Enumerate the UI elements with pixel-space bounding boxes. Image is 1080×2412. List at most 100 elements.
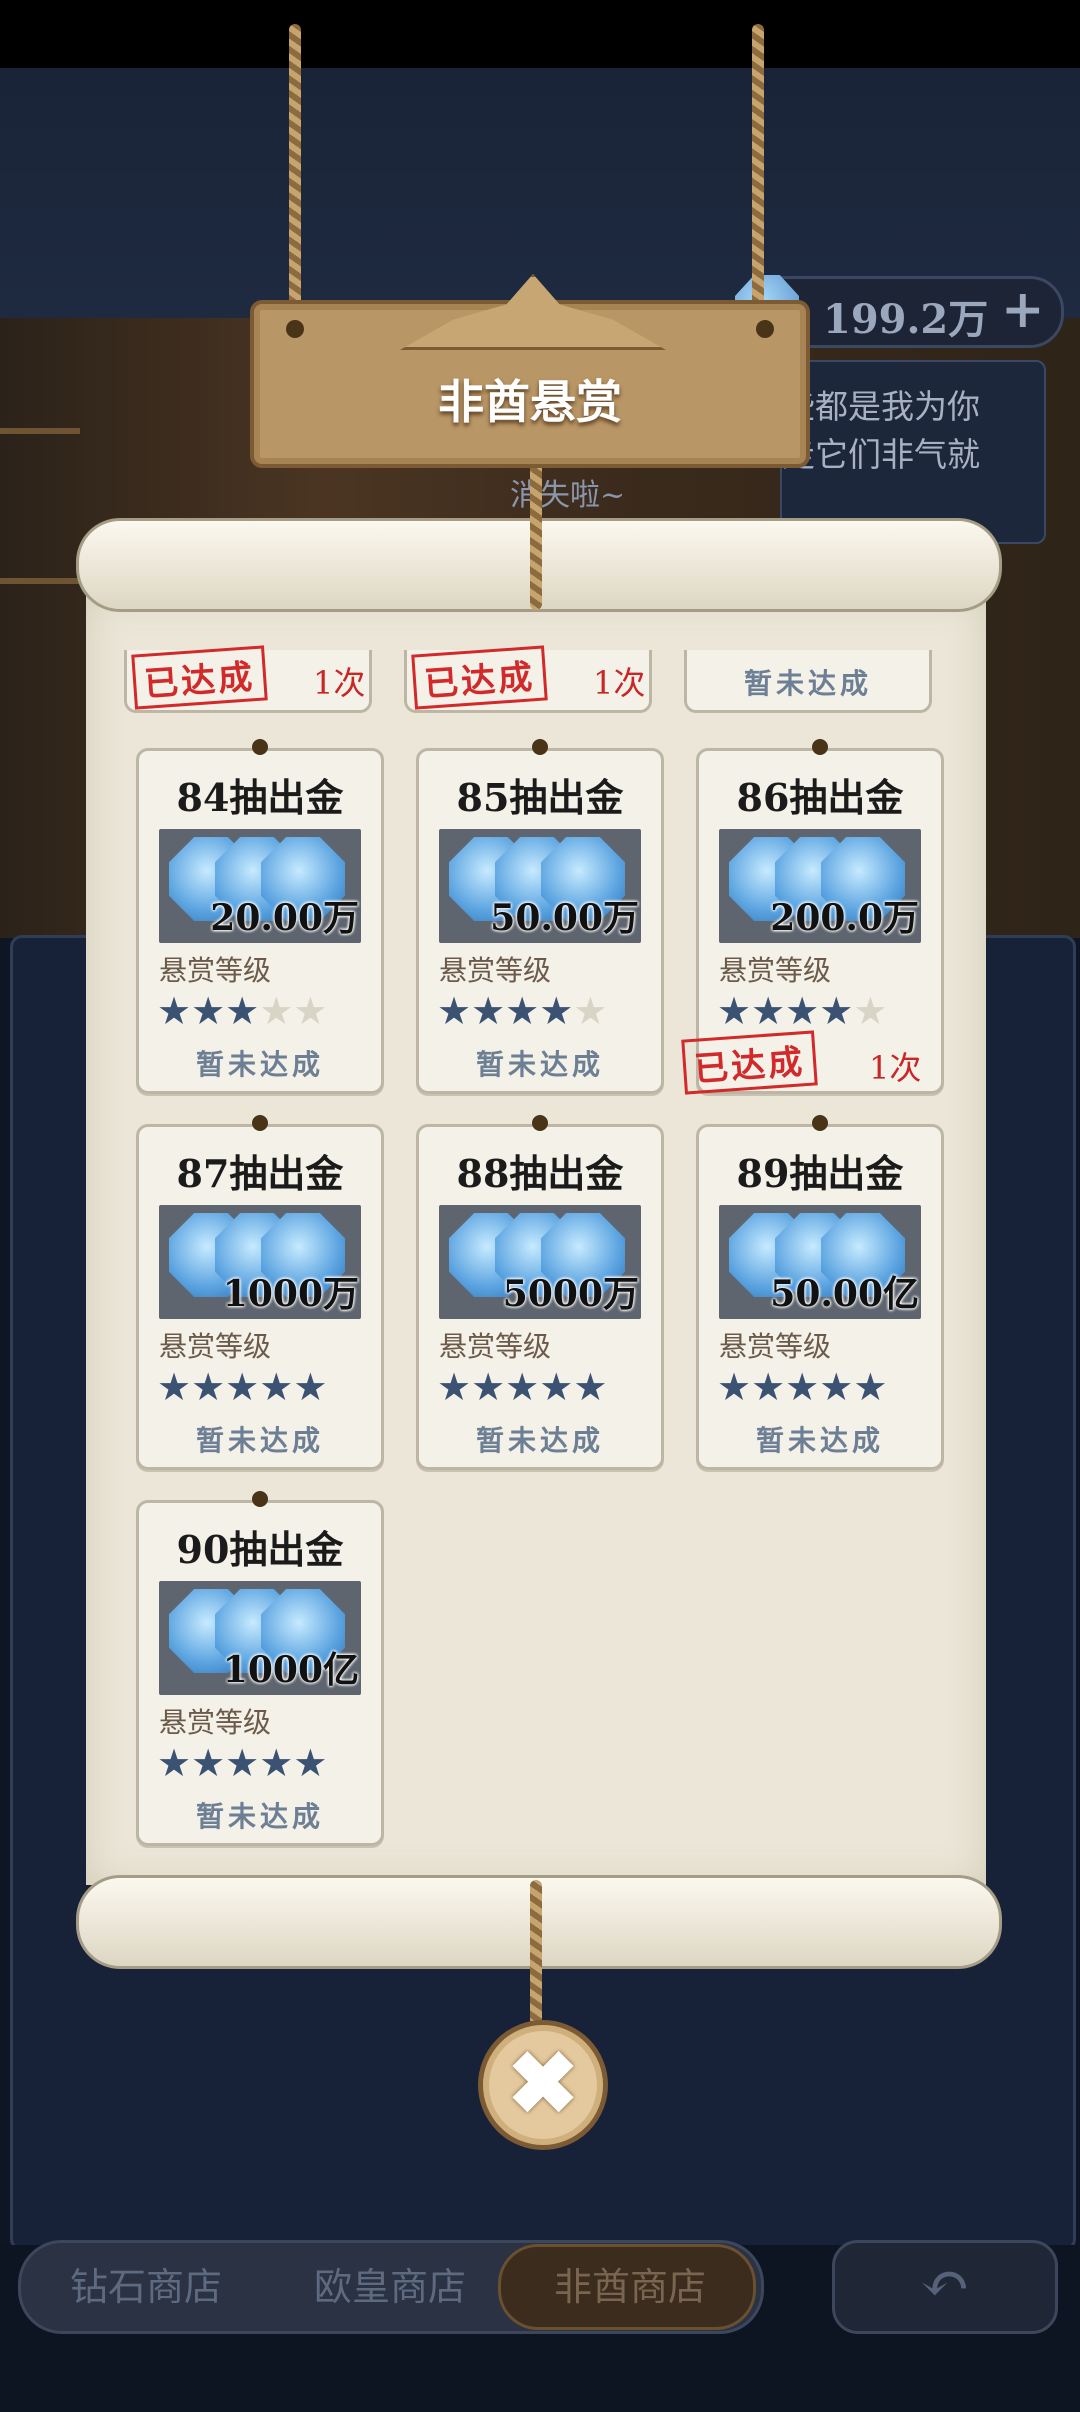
star-icon: ★ (751, 1365, 786, 1409)
pin-icon (812, 1115, 828, 1131)
speech-bubble: 些都是我为你 走它们非气就 (780, 360, 1046, 544)
pin-icon (252, 1491, 268, 1507)
star-icon: ★ (191, 1741, 226, 1785)
star-icon: ★ (437, 989, 472, 1033)
bounty-level-label: 悬赏等级 (159, 954, 272, 987)
star-icon: ★ (293, 1365, 328, 1409)
star-icon: ★ (819, 989, 854, 1033)
add-currency-button[interactable]: + (1001, 279, 1045, 340)
reward-box: 50.00万 (439, 829, 641, 943)
bounty-level-label: 悬赏等级 (719, 1330, 832, 1363)
reward-box: 5000万 (439, 1205, 641, 1319)
speech-line-1: 些都是我为你 (782, 387, 980, 426)
achieved-count: 1次 (313, 664, 366, 702)
shelf-decoration (0, 578, 80, 584)
tab-lucky-shop[interactable]: 欧皇商店 (314, 2256, 466, 2311)
star-icon: ★ (259, 1741, 294, 1785)
reward-box: 1000亿 (159, 1581, 361, 1695)
not-achieved-status: 暂未达成 (195, 1048, 324, 1081)
speech-line-2: 走它们非气就 (782, 435, 980, 474)
star-icon: ★ (191, 1365, 226, 1409)
close-button[interactable]: ✖ (478, 2020, 608, 2150)
star-icon: ★ (225, 989, 260, 1033)
achieved-stamp: 已达成 (131, 645, 268, 710)
star-icon: ★ (293, 1741, 328, 1785)
reward-amount: 50.00万 (490, 897, 639, 939)
bounty-title: 84抽出金 (176, 775, 344, 820)
star-icon: ★ (853, 1365, 888, 1409)
bounty-card-partial: 已达成 1次 (404, 645, 652, 713)
star-icon: ★ (573, 989, 608, 1033)
bounty-title: 90抽出金 (176, 1527, 344, 1572)
close-icon: ✖ (506, 2033, 580, 2134)
star-icon: ★ (471, 989, 506, 1033)
bounty-level-label: 悬赏等级 (439, 954, 552, 987)
bounty-title: 85抽出金 (456, 775, 624, 820)
star-icon: ★ (293, 989, 328, 1033)
star-rating: ★★★★★ (157, 1365, 327, 1409)
achieved-stamp: 已达成 (681, 1030, 818, 1095)
star-rating: ★★★★★ (717, 1365, 887, 1409)
bounty-level-label: 悬赏等级 (719, 954, 832, 987)
title-board: 非酋悬赏 (250, 274, 810, 468)
page-title: 非酋悬赏 (438, 375, 622, 429)
not-achieved-status: 暂未达成 (475, 1048, 604, 1081)
star-icon: ★ (225, 1365, 260, 1409)
tab-unlucky-shop[interactable]: 非酋商店 (554, 2256, 706, 2311)
bounty-card: 85抽出金 50.00万悬赏等级 ★★★★★ 暂未达成 (416, 739, 664, 1094)
pin-icon (252, 1115, 268, 1131)
rope (530, 1880, 542, 2025)
star-icon: ★ (819, 1365, 854, 1409)
bounty-card: 86抽出金 200.0万悬赏等级 ★★★★★ 已达成 1次 (681, 739, 944, 1095)
star-rating: ★★★★★ (157, 989, 327, 1033)
bounty-card: 90抽出金 1000亿 悬赏等级 ★★★★★ 暂未达成 (136, 1491, 384, 1846)
nail-icon (756, 320, 774, 338)
not-achieved-status: 暂未达成 (195, 1800, 324, 1833)
reward-amount: 1000万 (222, 1273, 359, 1315)
achieved-count: 1次 (869, 1049, 922, 1087)
achieved-count: 1次 (593, 664, 646, 702)
reward-box: 1000万 (159, 1205, 361, 1319)
achieved-stamp: 已达成 (411, 645, 548, 710)
reward-box: 200.0万 (719, 829, 921, 943)
reward-amount: 200.0万 (770, 897, 919, 939)
star-icon: ★ (157, 1741, 192, 1785)
star-rating: ★★★★★ (717, 989, 887, 1033)
star-icon: ★ (751, 989, 786, 1033)
bounty-card-partial: 暂未达成 (684, 650, 932, 713)
star-icon: ★ (157, 989, 192, 1033)
star-icon: ★ (785, 1365, 820, 1409)
star-icon: ★ (539, 1365, 574, 1409)
reward-box: 20.00万 (159, 829, 361, 943)
shelf-decoration (0, 428, 80, 434)
star-icon: ★ (225, 1741, 260, 1785)
star-icon: ★ (191, 989, 226, 1033)
bounty-level-label: 悬赏等级 (159, 1330, 272, 1363)
star-icon: ★ (717, 989, 752, 1033)
star-rating: ★★★★★ (157, 1741, 327, 1785)
rope (752, 24, 764, 324)
star-rating: ★★★★★ (437, 1365, 607, 1409)
reward-box: 50.00亿 (719, 1205, 921, 1319)
star-icon: ★ (259, 1365, 294, 1409)
pin-icon (532, 739, 548, 755)
tab-diamond-shop[interactable]: 钻石商店 (70, 2256, 222, 2311)
star-icon: ★ (471, 1365, 506, 1409)
speech-line-3: 消失啦~ (510, 478, 626, 513)
back-button[interactable]: ↶ (832, 2240, 1058, 2334)
nail-icon (286, 320, 304, 338)
bounty-title: 86抽出金 (736, 775, 904, 820)
star-icon: ★ (853, 989, 888, 1033)
star-rating: ★★★★★ (437, 989, 607, 1033)
bounty-card: 89抽出金 50.00亿 悬赏等级 ★★★★★ 暂未达成 (696, 1115, 944, 1470)
bounty-title: 88抽出金 (456, 1151, 624, 1196)
pin-icon (532, 1115, 548, 1131)
star-icon: ★ (505, 1365, 540, 1409)
bounty-level-label: 悬赏等级 (159, 1706, 272, 1739)
reward-amount: 5000万 (502, 1273, 639, 1315)
star-icon: ★ (717, 1365, 752, 1409)
star-icon: ★ (259, 989, 294, 1033)
reward-amount: 1000亿 (222, 1649, 359, 1691)
pin-icon (812, 739, 828, 755)
star-icon: ★ (505, 989, 540, 1033)
